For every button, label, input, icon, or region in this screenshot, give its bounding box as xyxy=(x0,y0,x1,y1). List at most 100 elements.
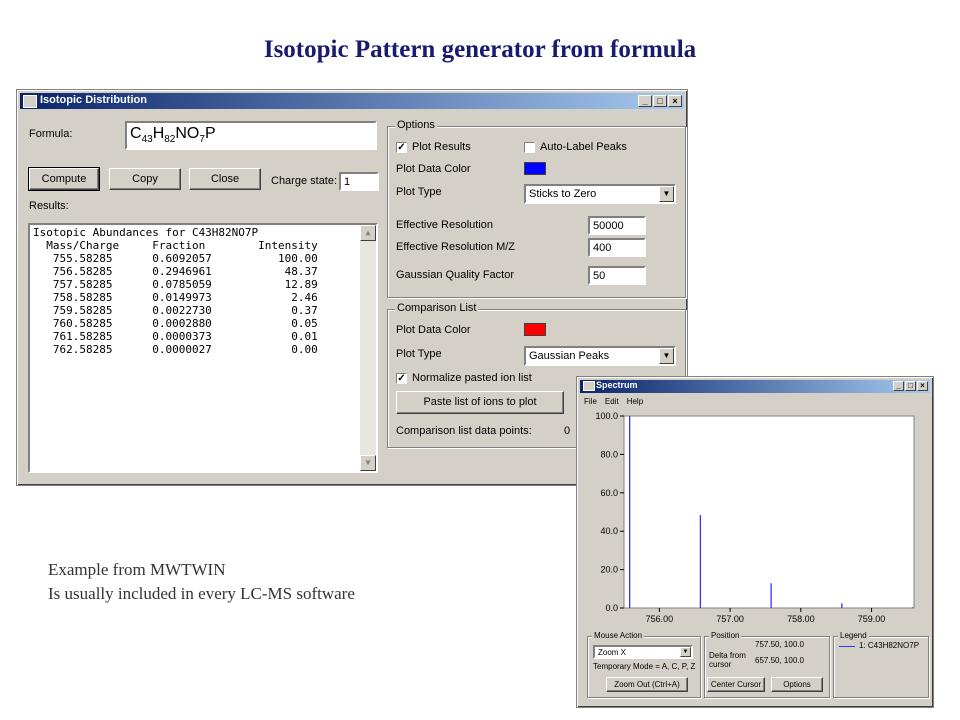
eff-res-label: Effective Resolution xyxy=(396,219,494,231)
caption-line-1: Example from MWTWIN xyxy=(48,560,226,579)
chevron-down-icon[interactable]: ▼ xyxy=(659,186,674,202)
close-button[interactable]: Close xyxy=(189,168,261,190)
window-title: Isotopic Distribution xyxy=(40,94,147,106)
charge-state-input[interactable]: 1 xyxy=(339,172,379,191)
spectrum-minimize-button[interactable]: _ xyxy=(893,381,904,391)
maximize-button[interactable]: □ xyxy=(653,95,667,107)
delta-label: Delta from cursor xyxy=(709,651,746,669)
gauss-quality-input[interactable]: 50 xyxy=(588,266,646,285)
mouse-action-title: Mouse Action xyxy=(592,631,645,640)
formula-no: NO xyxy=(175,125,200,142)
formula-h-sub: 82 xyxy=(164,134,176,146)
comparison-color-swatch[interactable] xyxy=(524,323,546,336)
spectrum-window: Spectrum _ □ × File Edit Help 0.0 20.0 40.0 60.… xyxy=(576,376,934,708)
slide-title: Isotopic Pattern generator from formula xyxy=(263,36,697,63)
y-tick-label: 20.0 xyxy=(600,565,618,575)
legend-entry: 1: C43H82NO7P xyxy=(859,641,920,650)
position-group: Position 757.50, 100.0 Delta from cursor… xyxy=(704,631,830,698)
plot-type-value: Sticks to Zero xyxy=(529,188,597,200)
spectrum-menubar: File Edit Help xyxy=(584,395,651,407)
legend-group: Legend 1: C43H82NO7P xyxy=(833,631,929,698)
comparison-plot-type-select[interactable]: Gaussian Peaks ▼ xyxy=(524,346,676,366)
spectrum-title: Spectrum xyxy=(596,380,638,390)
formula-c: C xyxy=(130,125,142,142)
mouse-action-select[interactable]: Zoom X ▼ xyxy=(593,645,693,659)
menu-help[interactable]: Help xyxy=(627,397,643,406)
menu-edit[interactable]: Edit xyxy=(605,397,619,406)
comparison-color-label: Plot Data Color xyxy=(396,324,471,336)
normalize-label[interactable]: Normalize pasted ion list xyxy=(412,372,532,384)
eff-res-input[interactable]: 50000 xyxy=(588,216,646,235)
slide-caption: Example from MWTWIN Is usually included … xyxy=(48,558,355,606)
minimize-button[interactable]: _ xyxy=(638,95,652,107)
results-textarea[interactable]: Isotopic Abundances for C43H82NO7P Mass/… xyxy=(28,223,378,473)
x-tick-label: 758.00 xyxy=(787,614,815,624)
plot-type-label: Plot Type xyxy=(396,186,442,198)
mouse-action-value: Zoom X xyxy=(598,648,627,657)
y-tick-label: 100.0 xyxy=(595,411,618,421)
y-tick-label: 40.0 xyxy=(600,526,618,536)
formula-p: P xyxy=(204,125,216,142)
spectrum-chart[interactable]: 0.0 20.0 40.0 60.0 80.0 100.0 756.00 757.00 758.… xyxy=(580,408,928,630)
chevron-down-icon[interactable]: ▼ xyxy=(659,348,674,364)
auto-label-label[interactable]: Auto-Label Peaks xyxy=(540,141,627,153)
spectrum-options-button[interactable]: Options xyxy=(771,677,823,692)
spectrum-titlebar[interactable]: Spectrum _ □ × xyxy=(580,380,930,393)
normalize-checkbox[interactable]: ✓ xyxy=(396,373,407,384)
legend-title: Legend xyxy=(838,631,869,640)
center-cursor-button[interactable]: Center Cursor xyxy=(707,677,765,692)
formula-c-sub: 43 xyxy=(141,134,153,146)
legend-line-swatch xyxy=(839,646,855,647)
options-group-title: Options xyxy=(395,119,437,131)
y-tick-label: 80.0 xyxy=(600,449,618,459)
comparison-plot-type-label: Plot Type xyxy=(396,348,442,360)
spectrum-close-button[interactable]: × xyxy=(917,381,928,391)
paste-ions-button[interactable]: Paste list of ions to plot xyxy=(396,391,564,414)
app-icon xyxy=(23,95,37,108)
close-window-button[interactable]: × xyxy=(668,95,682,107)
position-value: 757.50, 100.0 xyxy=(755,640,804,649)
charge-state-label: Charge state: xyxy=(271,175,338,187)
eff-res-mz-input[interactable]: 400 xyxy=(588,238,646,257)
temp-mode-label: Temporary Mode = A, C, P, Z xyxy=(593,662,696,671)
x-tick-label: 756.00 xyxy=(646,614,674,624)
results-label: Results: xyxy=(29,200,69,212)
eff-res-mz-label: Effective Resolution M/Z xyxy=(396,241,516,253)
scroll-down-arrow-icon[interactable]: ▼ xyxy=(360,455,376,471)
plot-color-label: Plot Data Color xyxy=(396,163,471,175)
comparison-plot-type-value: Gaussian Peaks xyxy=(529,350,610,362)
formula-input[interactable]: C43H82NO7P xyxy=(125,121,377,150)
comparison-points-value: 0 xyxy=(564,425,571,437)
y-tick-label: 0.0 xyxy=(605,603,618,613)
spectrum-app-icon xyxy=(583,381,595,391)
plot-color-swatch[interactable] xyxy=(524,162,546,175)
x-tick-label: 759.00 xyxy=(858,614,886,624)
compute-button[interactable]: Compute xyxy=(28,167,100,191)
scroll-up-arrow-icon[interactable]: ▲ xyxy=(360,225,376,241)
mouse-action-group: Mouse Action Zoom X ▼ Temporary Mode = A… xyxy=(587,631,701,698)
results-text: Isotopic Abundances for C43H82NO7P Mass/… xyxy=(33,226,318,356)
plot-results-checkbox[interactable]: ✓ xyxy=(396,142,407,153)
formula-label: Formula: xyxy=(29,128,73,140)
plot-type-select[interactable]: Sticks to Zero ▼ xyxy=(524,184,676,204)
gauss-quality-label: Gaussian Quality Factor xyxy=(396,269,514,281)
options-group: Options ✓ Plot Results Auto-Label Peaks … xyxy=(387,119,686,298)
position-title: Position xyxy=(709,631,742,640)
menu-file[interactable]: File xyxy=(584,397,597,406)
formula-h: H xyxy=(152,125,165,142)
plot-results-label[interactable]: Plot Results xyxy=(412,141,471,153)
delta-value: 657.50, 100.0 xyxy=(755,656,804,665)
comparison-points-label: Comparison list data points: xyxy=(396,425,532,437)
caption-line-2: Is usually included in every LC-MS softw… xyxy=(48,584,355,603)
x-tick-label: 757.00 xyxy=(716,614,744,624)
chevron-down-icon[interactable]: ▼ xyxy=(680,647,691,657)
plot-area xyxy=(623,415,915,609)
results-scrollbar[interactable]: ▲ ▼ xyxy=(360,225,376,471)
spectrum-maximize-button[interactable]: □ xyxy=(905,381,916,391)
auto-label-checkbox[interactable] xyxy=(524,142,535,153)
zoom-out-button[interactable]: Zoom Out (Ctrl+A) xyxy=(606,677,688,692)
y-tick-label: 60.0 xyxy=(600,488,618,498)
copy-button[interactable]: Copy xyxy=(109,168,181,190)
window-titlebar[interactable]: Isotopic Distribution _ □ × xyxy=(20,93,684,109)
comparison-group-title: Comparison List xyxy=(395,302,479,314)
